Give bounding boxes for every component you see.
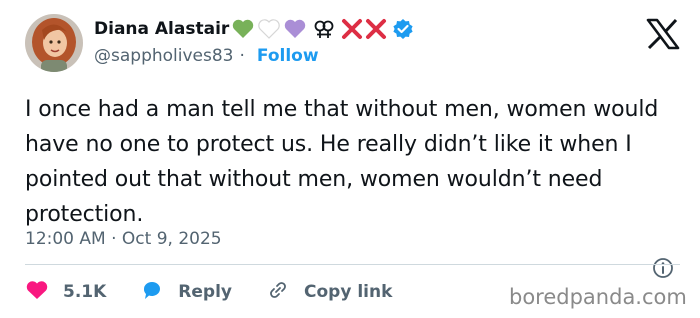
like-button[interactable]: 5.1K xyxy=(25,279,106,306)
x-logo-icon[interactable] xyxy=(645,18,681,50)
reply-label: Reply xyxy=(178,282,232,302)
handle-row: @sappholives83 · Follow xyxy=(94,46,319,66)
copy-link-label: Copy link xyxy=(304,282,393,302)
copy-link-button[interactable]: Copy link xyxy=(266,279,392,306)
green-heart-icon xyxy=(231,18,255,40)
timestamp[interactable]: 12:00 AM · Oct 9, 2025 xyxy=(25,229,222,249)
follow-button[interactable]: Follow xyxy=(257,46,319,66)
link-icon xyxy=(266,279,290,306)
name-row: Diana Alastair xyxy=(94,16,414,42)
user-handle[interactable]: @sappholives83 xyxy=(94,46,234,66)
separator-dot: · xyxy=(239,46,245,66)
verified-badge-icon xyxy=(392,18,414,40)
purple-heart-icon xyxy=(283,18,307,40)
tweet-time: 12:00 AM xyxy=(25,229,106,249)
reply-icon xyxy=(140,279,164,306)
info-icon[interactable] xyxy=(652,257,674,279)
cross-mark-icon xyxy=(341,18,363,40)
watermark: boredpanda.com xyxy=(509,285,687,309)
white-heart-icon xyxy=(257,18,281,40)
display-name[interactable]: Diana Alastair xyxy=(94,19,229,39)
tweet-text: I once had a man tell me that without me… xyxy=(25,97,659,227)
action-bar: 5.1K Reply Copy link xyxy=(25,280,392,304)
divider xyxy=(25,264,680,265)
heart-icon xyxy=(25,279,49,306)
cross-mark-icon xyxy=(365,18,387,40)
reply-button[interactable]: Reply xyxy=(140,279,232,306)
tweet-date: Oct 9, 2025 xyxy=(121,229,222,249)
separator-dot: · xyxy=(111,229,117,249)
lesbian-symbol-icon xyxy=(313,18,335,40)
like-count: 5.1K xyxy=(63,282,107,302)
avatar[interactable] xyxy=(25,14,83,72)
